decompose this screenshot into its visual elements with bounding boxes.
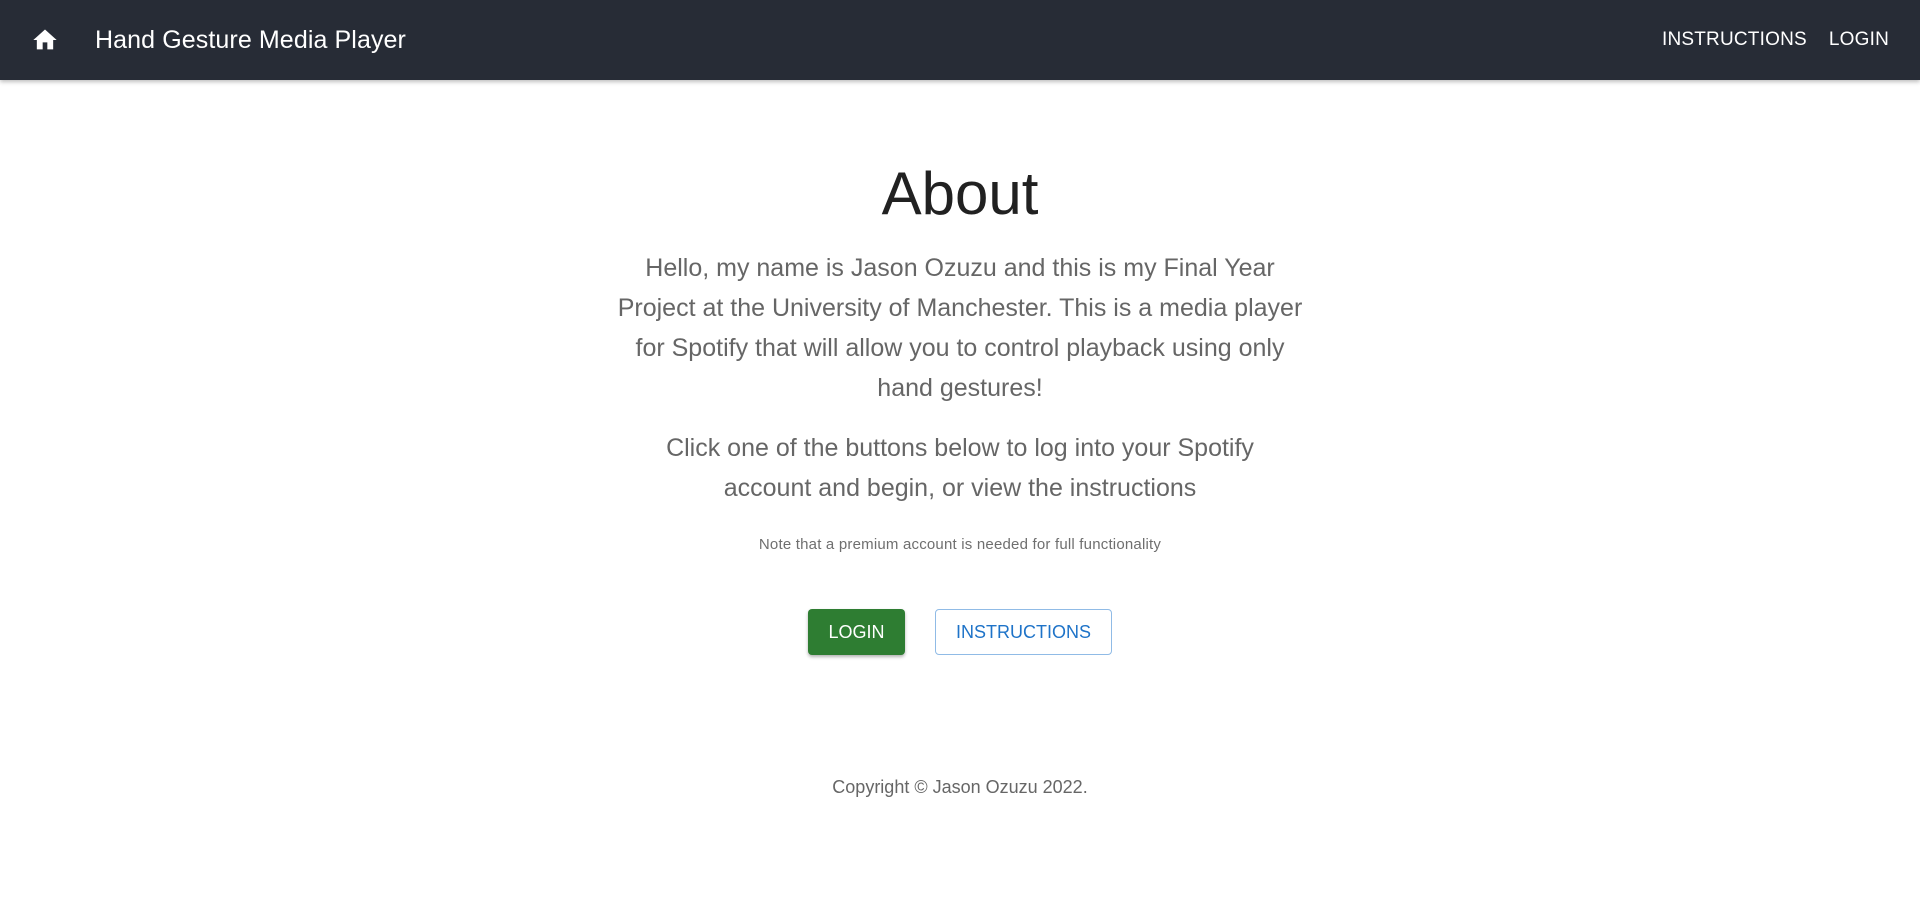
app-bar: Hand Gesture Media Player INSTRUCTIONS L… (0, 0, 1920, 80)
premium-note: Note that a premium account is needed fo… (758, 536, 1162, 553)
about-section: About Hello, my name is Jason Ozuzu and … (0, 80, 1920, 798)
page-title: About (881, 160, 1039, 227)
call-to-action-paragraph: Click one of the buttons below to log in… (666, 434, 1254, 502)
action-buttons: LOGIN INSTRUCTIONS (0, 609, 1920, 655)
home-button[interactable] (23, 18, 67, 62)
login-button[interactable]: LOGIN (808, 609, 905, 655)
home-icon (31, 26, 59, 54)
intro-paragraph: Hello, my name is Jason Ozuzu and this i… (617, 254, 1303, 402)
nav-instructions-link[interactable]: INSTRUCTIONS (1651, 21, 1818, 59)
instructions-button[interactable]: INSTRUCTIONS (935, 609, 1112, 655)
nav-login-link[interactable]: LOGIN (1818, 21, 1900, 59)
top-nav: INSTRUCTIONS LOGIN (1651, 21, 1900, 59)
copyright-footer: Copyright © Jason Ozuzu 2022. (832, 777, 1088, 797)
app-title: Hand Gesture Media Player (95, 25, 406, 54)
